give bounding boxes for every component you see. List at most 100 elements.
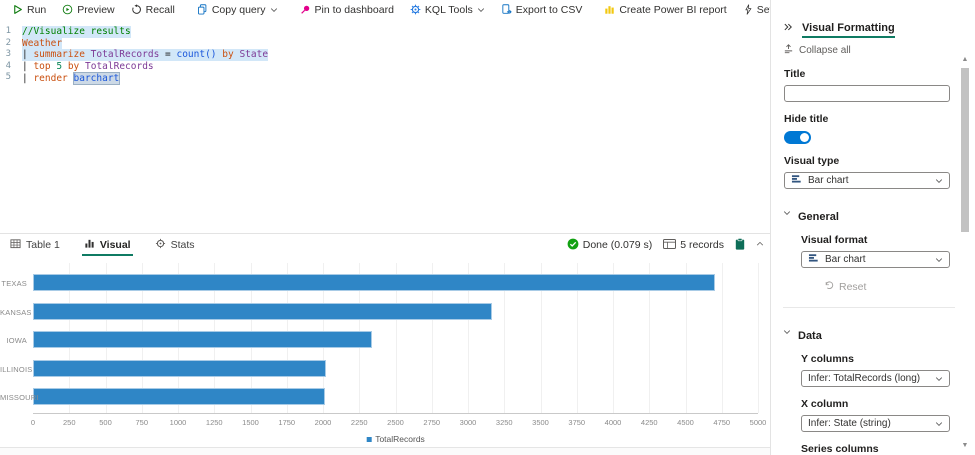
scroll-down-icon[interactable]: ▼ <box>960 442 970 449</box>
visual-format-dropdown[interactable]: Bar chart <box>801 251 950 268</box>
collapse-all-button[interactable]: Collapse all <box>783 43 975 57</box>
x-axis-line <box>33 413 758 414</box>
x-tick-label: 4500 <box>677 418 694 427</box>
bar-illinois <box>33 360 326 377</box>
chevron-down-icon <box>935 375 943 383</box>
toolbar-button-label: Copy query <box>212 4 266 16</box>
x-tick-label: 3250 <box>496 418 513 427</box>
tab-stats[interactable]: Stats <box>155 234 195 256</box>
results-panel: Table 1 Visual Stats Done (0.079 s) 5 reco… <box>0 233 770 455</box>
x-column-dropdown[interactable]: Infer: State (string) <box>801 415 950 432</box>
visual-formatting-panel: Visual Formatting Collapse all Title Hid… <box>770 0 975 455</box>
visual-format-value: Bar chart <box>825 254 866 265</box>
chart-icon <box>84 238 95 252</box>
code-line: 5| render barchart <box>0 72 770 84</box>
line-number: 3 <box>0 49 22 61</box>
tab-label: Stats <box>171 239 195 251</box>
toolbar-button-label: Recall <box>146 4 175 16</box>
chevron-down-icon <box>477 6 485 14</box>
x-tick-label: 1000 <box>170 418 187 427</box>
recall-icon <box>131 4 142 15</box>
records-icon <box>663 239 676 252</box>
query-status: Done (0.079 s) 5 records <box>567 234 764 256</box>
collapse-all-label: Collapse all <box>799 45 851 56</box>
tab-label: Visual <box>100 239 131 251</box>
x-tick-label: 500 <box>99 418 112 427</box>
general-reset-button[interactable]: Reset <box>824 280 975 293</box>
x-tick-label: 4000 <box>605 418 622 427</box>
x-column-label: X column <box>801 398 975 410</box>
toolbar-button-run[interactable]: Run <box>4 0 54 19</box>
chevron-down-icon <box>935 177 943 185</box>
toolbar-button-label: Create Power BI report <box>619 4 726 16</box>
x-tick-label: 4250 <box>641 418 658 427</box>
done-check-icon <box>567 238 579 253</box>
stats-icon <box>155 238 166 252</box>
divider <box>783 307 955 308</box>
panel-scrollbar[interactable] <box>961 68 969 232</box>
code-line: 4| top 5 by TotalRecords <box>0 61 770 73</box>
code-line: 1//Visualize results <box>0 26 770 38</box>
scroll-up-icon[interactable]: ▲ <box>960 56 970 63</box>
query-editor[interactable]: 1//Visualize results2Weather3| summarize… <box>0 21 770 232</box>
x-tick-label: 750 <box>135 418 148 427</box>
line-number: 2 <box>0 38 22 50</box>
collapse-panel-icon[interactable] <box>783 22 793 35</box>
y-columns-value: Infer: TotalRecords (long) <box>808 373 920 384</box>
y-axis-label: MISSOURI <box>0 393 27 402</box>
toolbar-button-label: Pin to dashboard <box>315 4 394 16</box>
code-text: Weather <box>22 38 62 50</box>
hide-title-label: Hide title <box>784 113 975 125</box>
line-number: 1 <box>0 26 22 38</box>
data-section-title: Data <box>798 330 822 342</box>
visual-type-dropdown[interactable]: Bar chart <box>784 172 950 189</box>
x-tick-label: 3750 <box>568 418 585 427</box>
x-tick-label: 3000 <box>460 418 477 427</box>
chart-legend: TotalRecords <box>366 434 425 444</box>
visual-type-label: Visual type <box>784 155 975 167</box>
hide-title-toggle[interactable] <box>784 131 811 144</box>
done-label: Done (0.079 s) <box>583 239 652 251</box>
code-text: | render barchart <box>22 72 120 84</box>
chevron-down-icon[interactable] <box>783 208 791 220</box>
chevron-down-icon <box>935 256 943 264</box>
copy-results-icon[interactable] <box>735 238 745 253</box>
toolbar-button-kql-tools[interactable]: KQL Tools <box>402 0 493 19</box>
tab-visual[interactable]: Visual <box>84 234 131 256</box>
kusto-web-explorer: Run Preview Recall Copy query Pin to dashboa… <box>0 0 975 455</box>
gridline <box>722 263 723 413</box>
chevron-down-icon[interactable] <box>783 327 791 339</box>
query-done-status: Done (0.079 s) <box>567 238 652 253</box>
powerbi-icon <box>604 4 615 15</box>
toolbar-button-label: Run <box>27 4 46 16</box>
x-tick-label: 2750 <box>423 418 440 427</box>
x-tick-label: 2000 <box>315 418 332 427</box>
x-tick-label: 250 <box>63 418 76 427</box>
bottom-strip <box>0 447 770 455</box>
data-section: Data Y columns Infer: TotalRecords (long… <box>771 324 975 455</box>
chevron-down-icon <box>270 6 278 14</box>
export-icon <box>501 4 512 15</box>
y-axis-label: IOWA <box>0 336 27 345</box>
tab-table-1[interactable]: Table 1 <box>10 234 60 256</box>
toolbar-button-recall[interactable]: Recall <box>123 0 183 19</box>
x-tick-label: 2250 <box>351 418 368 427</box>
x-tick-label: 1750 <box>278 418 295 427</box>
code-line: 2Weather <box>0 38 770 50</box>
toolbar-button-export-to-csv[interactable]: Export to CSV <box>493 0 591 19</box>
collapse-results-icon[interactable] <box>756 239 764 251</box>
chevron-down-icon <box>935 420 943 428</box>
toolbar-button-copy-query[interactable]: Copy query <box>189 0 286 19</box>
y-columns-dropdown[interactable]: Infer: TotalRecords (long) <box>801 370 950 387</box>
general-section-title: General <box>798 211 839 223</box>
code-text: | top 5 by TotalRecords <box>22 61 154 73</box>
toolbar-button-pin-to-dashboard[interactable]: Pin to dashboard <box>292 0 402 19</box>
toolbar-button-preview[interactable]: Preview <box>54 0 122 19</box>
toolbar-button-create-power-bi-report[interactable]: Create Power BI report <box>596 0 734 19</box>
legend-label: TotalRecords <box>375 434 425 444</box>
title-input[interactable] <box>784 85 950 102</box>
query-toolbar: Run Preview Recall Copy query Pin to dashboa… <box>0 0 770 19</box>
series-columns-label: Series columns <box>801 443 975 455</box>
bar-chart-small-icon <box>791 174 802 187</box>
y-axis-label: KANSAS <box>0 308 27 317</box>
